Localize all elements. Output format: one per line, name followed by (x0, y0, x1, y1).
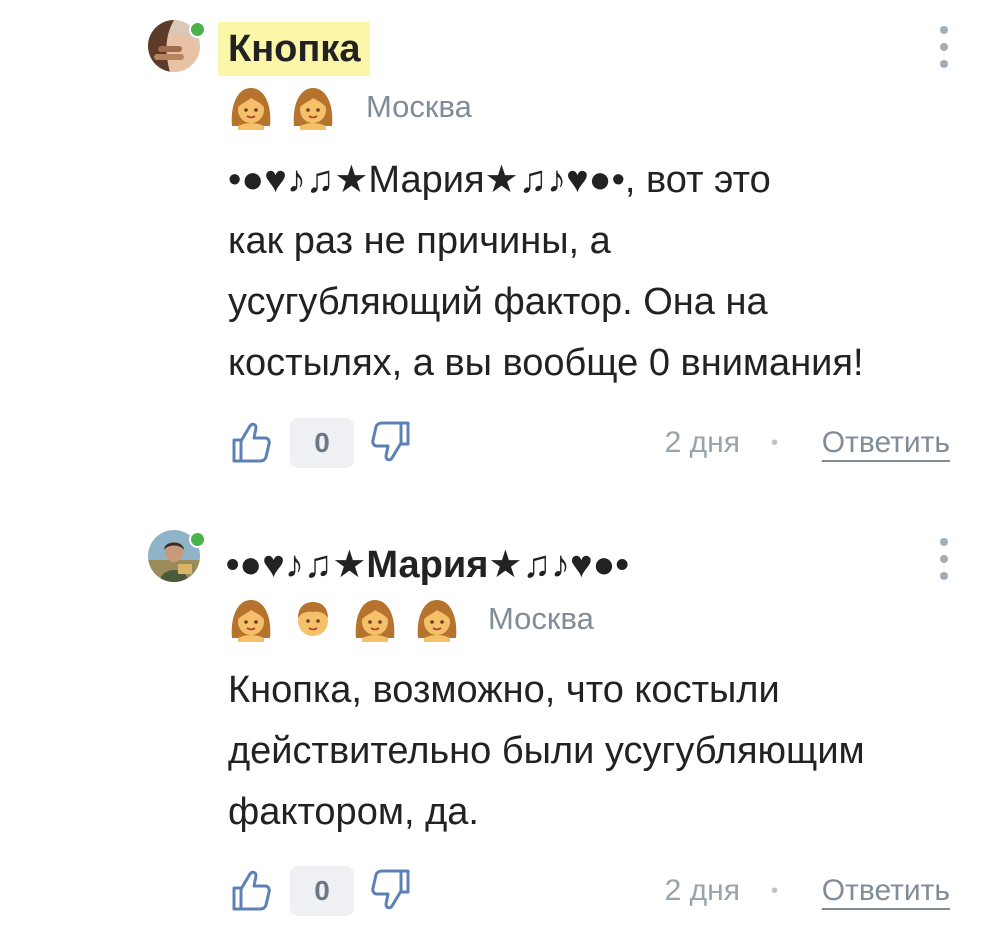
badges (226, 594, 462, 644)
separator-dot: • (770, 880, 778, 902)
city: Москва (366, 89, 472, 124)
more-options-icon (940, 538, 948, 546)
thumbs-up-icon[interactable] (226, 418, 274, 466)
girl-badge-icon (226, 594, 276, 644)
thumbs-up-icon[interactable] (226, 866, 274, 914)
comment-time: 2 дня (664, 874, 740, 907)
reply-link[interactable]: Ответить (822, 864, 950, 918)
city: Москва (488, 601, 594, 636)
reply-link[interactable]: Ответить (822, 416, 950, 470)
comment-actions: 0 2 дня • Ответить (226, 416, 956, 470)
online-status-dot (189, 21, 206, 38)
more-options-icon (940, 26, 948, 34)
girl-badge-icon (412, 594, 462, 644)
comment-text: •●♥♪♫★Мария★♫♪♥●•, вот это как раз не пр… (228, 159, 864, 384)
girl-badge-icon (288, 82, 338, 132)
thumbs-down-icon[interactable] (368, 418, 416, 466)
separator-dot: • (770, 432, 778, 454)
author-name[interactable]: •●♥♪♫★Мария★♫♪♥●• (226, 538, 629, 592)
comment-time: 2 дня (664, 426, 740, 459)
author-name[interactable]: Кнопка (218, 22, 371, 76)
like-count: 0 (290, 418, 354, 468)
comment-actions: 0 2 дня • Ответить (226, 864, 956, 918)
girl-badge-icon (350, 594, 400, 644)
boy-badge-icon (288, 594, 338, 644)
badges (226, 82, 338, 132)
comment-text: Кнопка, возможно, что костыли действител… (228, 669, 865, 833)
like-count: 0 (290, 866, 354, 916)
more-options-button[interactable] (932, 538, 956, 582)
thumbs-down-icon[interactable] (368, 866, 416, 914)
more-options-button[interactable] (932, 26, 956, 70)
girl-badge-icon (226, 82, 276, 132)
online-status-dot (189, 531, 206, 548)
